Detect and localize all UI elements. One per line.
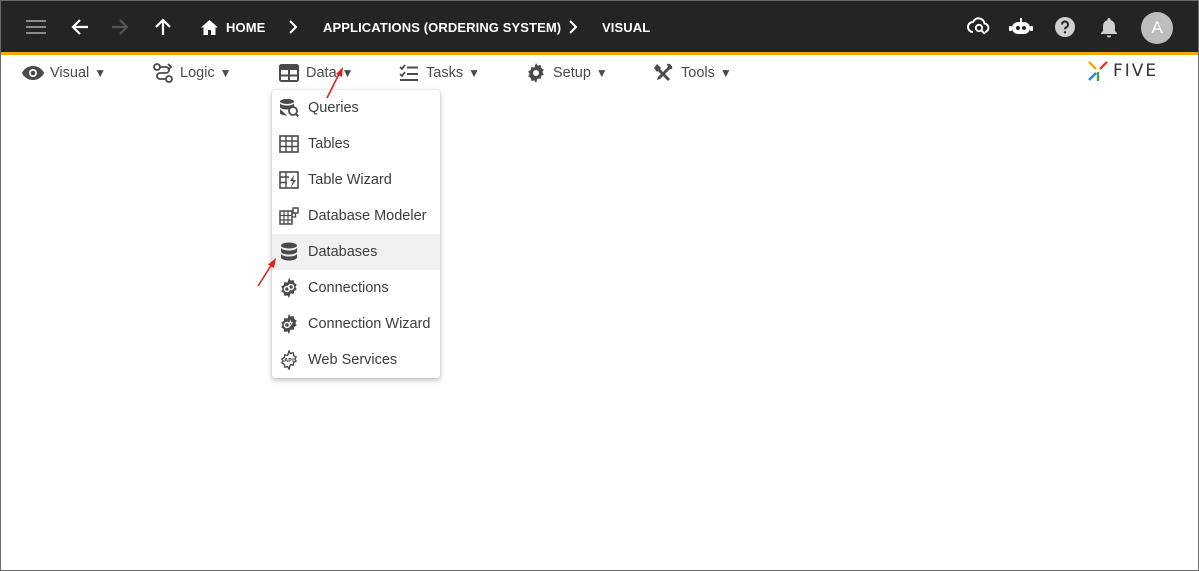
menu-label: Visual	[50, 65, 90, 81]
menu-tools[interactable]: Tools ▼	[653, 59, 732, 87]
app-window: HOME APPLICATIONS (ORDERING SYSTEM) VISU…	[0, 0, 1199, 571]
arrow-up-icon[interactable]	[149, 13, 177, 41]
menu-visual[interactable]: Visual ▼	[22, 59, 106, 87]
chevron-right-icon	[568, 1, 578, 53]
menu-label: Logic	[180, 65, 215, 81]
dropdown-item-web-services[interactable]: API Web Services	[272, 342, 440, 378]
menu-label: Setup	[553, 65, 591, 81]
database-search-icon	[278, 97, 300, 119]
database-icon	[278, 241, 300, 263]
dropdown-item-label: Databases	[308, 244, 378, 260]
dropdown-item-label: Database Modeler	[308, 208, 427, 224]
caret-down-icon: ▼	[595, 66, 608, 80]
breadcrumb-label: APPLICATIONS (ORDERING SYSTEM)	[323, 19, 562, 35]
breadcrumb-visual[interactable]: VISUAL	[602, 1, 650, 53]
dropdown-item-label: Queries	[308, 100, 359, 116]
bell-icon[interactable]	[1095, 13, 1123, 41]
dropdown-item-label: Connections	[308, 280, 389, 296]
connection-icon	[278, 277, 300, 299]
home-icon	[201, 19, 218, 35]
arrow-right-icon[interactable]	[106, 13, 134, 41]
table-icon	[278, 133, 300, 155]
menu-tasks[interactable]: Tasks ▼	[398, 59, 480, 87]
cloud-search-icon[interactable]	[965, 13, 993, 41]
menu-label: Tasks	[426, 65, 464, 81]
connection-wizard-icon	[278, 313, 300, 335]
dropdown-item-label: Table Wizard	[308, 172, 392, 188]
dropdown-item-connection-wizard[interactable]: Connection Wizard	[272, 306, 440, 342]
dropdown-item-database-modeler[interactable]: Database Modeler	[272, 198, 440, 234]
chevron-right-icon	[288, 1, 298, 53]
tools-icon	[653, 62, 675, 84]
caret-down-icon: ▼	[219, 66, 232, 80]
avatar[interactable]: A	[1141, 12, 1173, 44]
annotation-arrow-databases	[257, 258, 276, 287]
table-wizard-icon	[278, 169, 300, 191]
top-bar-accent	[1, 52, 1198, 55]
svg-text:API: API	[284, 358, 294, 364]
annotation-arrow-data	[326, 67, 343, 99]
menu-label: Tools	[681, 65, 715, 81]
checklist-icon	[398, 62, 420, 84]
caret-down-icon: ▼	[94, 66, 107, 80]
data-dropdown-menu: Queries Tables Table Wizard Database Mod…	[272, 90, 440, 378]
five-logo-mark-icon	[1088, 61, 1108, 81]
logic-flow-icon	[152, 62, 174, 84]
gear-icon	[525, 62, 547, 84]
menu-logic[interactable]: Logic ▼	[152, 59, 232, 87]
top-bar: HOME APPLICATIONS (ORDERING SYSTEM) VISU…	[1, 1, 1198, 53]
breadcrumb-home[interactable]: HOME	[201, 1, 265, 53]
table-grid-icon	[278, 62, 300, 84]
dropdown-item-connections[interactable]: Connections	[272, 270, 440, 306]
caret-down-icon: ▼	[719, 66, 732, 80]
dropdown-item-label: Connection Wizard	[308, 316, 431, 332]
dropdown-item-databases[interactable]: Databases	[272, 234, 440, 270]
breadcrumb-label: HOME	[226, 19, 266, 35]
dropdown-item-tables[interactable]: Tables	[272, 126, 440, 162]
caret-down-icon: ▼	[468, 66, 480, 80]
api-gear-icon: API	[278, 349, 300, 371]
chatbot-icon[interactable]	[1007, 13, 1035, 41]
eye-icon	[22, 62, 44, 84]
dropdown-item-label: Web Services	[308, 352, 398, 368]
help-icon[interactable]	[1051, 13, 1079, 41]
breadcrumb-label: VISUAL	[602, 19, 651, 35]
logo-text: FIVE	[1113, 61, 1159, 81]
breadcrumb-applications[interactable]: APPLICATIONS (ORDERING SYSTEM)	[323, 1, 561, 53]
dropdown-item-label: Tables	[308, 136, 350, 152]
five-logo: FIVE	[1087, 59, 1158, 83]
database-modeler-icon	[278, 205, 300, 227]
arrow-left-icon[interactable]	[66, 13, 94, 41]
dropdown-item-table-wizard[interactable]: Table Wizard	[272, 162, 440, 198]
hamburger-icon[interactable]	[22, 13, 50, 41]
menu-setup[interactable]: Setup ▼	[525, 59, 608, 87]
dropdown-item-queries[interactable]: Queries	[272, 90, 440, 126]
